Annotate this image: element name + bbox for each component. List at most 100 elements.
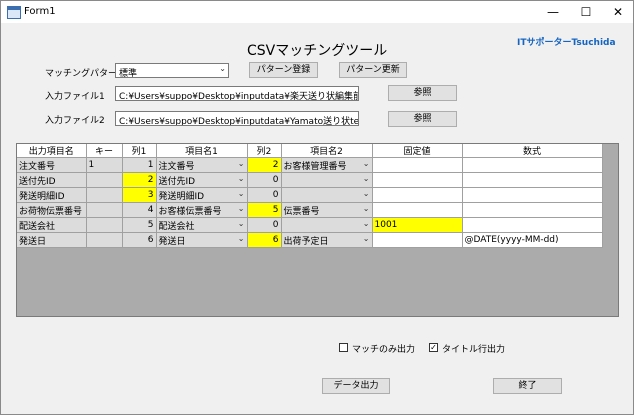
key-cell[interactable] xyxy=(86,202,123,218)
col1-cell[interactable]: 5 xyxy=(122,217,157,233)
table-row: お荷物伝票番号 4 お客様伝票番号 ⌄ 5 伝票番号 ⌄ xyxy=(17,202,603,218)
title-row-checkbox[interactable]: ✓ xyxy=(429,343,438,352)
formula-cell[interactable] xyxy=(462,187,603,203)
column-header[interactable]: 項目名1 xyxy=(156,144,248,158)
item2-cell[interactable]: ⌄ xyxy=(281,217,373,233)
formula-cell[interactable] xyxy=(462,217,603,233)
formula-cell[interactable] xyxy=(462,172,603,188)
pattern-select[interactable]: 標準 ⌄ xyxy=(115,63,229,79)
table-row: 発送明細ID 3 発送明細ID ⌄ 0 ⌄ xyxy=(17,187,603,203)
output-name-cell[interactable]: 送付先ID xyxy=(17,172,87,188)
chevron-down-icon[interactable]: ⌄ xyxy=(238,234,245,243)
col1-cell[interactable]: 2 xyxy=(122,172,157,188)
col2-cell[interactable]: 0 xyxy=(247,217,282,233)
table-row: 発送日 6 発送日 ⌄ 6 出荷予定日 ⌄ @DATE(yyyy-MM-dd) xyxy=(17,232,603,248)
title-row-label[interactable]: タイトル行出力 xyxy=(442,342,505,355)
pattern-select-value: 標準 xyxy=(119,69,138,79)
formula-cell[interactable] xyxy=(462,202,603,218)
chevron-down-icon[interactable]: ⌄ xyxy=(363,234,370,243)
key-cell[interactable] xyxy=(86,232,123,248)
formula-cell[interactable]: @DATE(yyyy-MM-dd) xyxy=(462,232,603,248)
column-header[interactable]: 固定値 xyxy=(372,144,463,158)
fixed-value-cell[interactable] xyxy=(372,157,463,173)
item1-cell[interactable]: 発送日 ⌄ xyxy=(156,232,248,248)
file1-path-field[interactable]: C:¥Users¥suppo¥Desktop¥inputdata¥楽天送り状編集… xyxy=(115,86,359,101)
item1-cell[interactable]: 配送会社 ⌄ xyxy=(156,217,248,233)
match-only-label[interactable]: マッチのみ出力 xyxy=(352,342,415,355)
maximize-button[interactable]: ☐ xyxy=(570,1,602,23)
fixed-value-cell[interactable] xyxy=(372,172,463,188)
col1-cell[interactable]: 1 xyxy=(122,157,157,173)
output-name-cell[interactable]: 発送明細ID xyxy=(17,187,87,203)
column-header[interactable]: 出力項目名 xyxy=(17,144,87,158)
fixed-value-cell[interactable] xyxy=(372,187,463,203)
file2-label: 入力ファイル2 xyxy=(45,116,105,126)
chevron-down-icon[interactable]: ⌄ xyxy=(363,159,370,168)
output-name-cell[interactable]: お荷物伝票番号 xyxy=(17,202,87,218)
file2-browse-button[interactable]: 参照 xyxy=(388,111,457,127)
item1-value: 配送会社 xyxy=(158,221,195,232)
update-pattern-button[interactable]: パターン更新 xyxy=(339,62,407,78)
file2-path-field[interactable]: C:¥Users¥suppo¥Desktop¥inputdata¥Yamato送… xyxy=(115,111,359,126)
table-row: 配送会社 5 配送会社 ⌄ 0 ⌄ 1001 xyxy=(17,217,603,233)
chevron-down-icon[interactable]: ⌄ xyxy=(238,204,245,213)
match-only-checkbox[interactable] xyxy=(339,343,348,352)
chevron-down-icon[interactable]: ⌄ xyxy=(238,159,245,168)
chevron-down-icon[interactable]: ⌄ xyxy=(363,189,370,198)
key-cell[interactable]: 1 xyxy=(86,157,123,173)
mapping-grid[interactable]: 出力項目名 キー 列1 項目名1 列2 項目名2 固定値 数式 注文番号 1 1 xyxy=(16,143,619,317)
chevron-down-icon[interactable]: ⌄ xyxy=(363,219,370,228)
item1-cell[interactable]: 発送明細ID ⌄ xyxy=(156,187,248,203)
item2-cell[interactable]: お客様管理番号 ⌄ xyxy=(281,157,373,173)
item1-cell[interactable]: お客様伝票番号 ⌄ xyxy=(156,202,248,218)
minimize-button[interactable]: — xyxy=(537,1,569,23)
col1-cell[interactable]: 4 xyxy=(122,202,157,218)
close-button[interactable]: ✕ xyxy=(602,1,634,23)
key-cell[interactable] xyxy=(86,217,123,233)
item1-value: 送付先ID xyxy=(158,176,196,187)
exit-button[interactable]: 終了 xyxy=(493,378,562,394)
register-pattern-button[interactable]: パターン登録 xyxy=(249,62,318,78)
item1-cell[interactable]: 注文番号 ⌄ xyxy=(156,157,248,173)
col1-cell[interactable]: 6 xyxy=(122,232,157,248)
output-name-cell[interactable]: 注文番号 xyxy=(17,157,87,173)
chevron-down-icon[interactable]: ⌄ xyxy=(363,174,370,183)
column-header[interactable]: 数式 xyxy=(462,144,603,158)
column-header[interactable]: キー xyxy=(86,144,123,158)
item1-value: 発送明細ID xyxy=(158,191,205,202)
column-header[interactable]: 列1 xyxy=(122,144,157,158)
file2-path-value: C:¥Users¥suppo¥Desktop¥inputdata¥Yamato送… xyxy=(119,117,359,126)
column-header[interactable]: 項目名2 xyxy=(281,144,373,158)
fixed-value-cell[interactable] xyxy=(372,202,463,218)
output-name-cell[interactable]: 発送日 xyxy=(17,232,87,248)
item2-cell[interactable]: ⌄ xyxy=(281,187,373,203)
formula-cell[interactable] xyxy=(462,157,603,173)
title-bar: Form1 — ☐ ✕ xyxy=(1,1,633,23)
item2-cell[interactable]: ⌄ xyxy=(281,172,373,188)
col2-cell[interactable]: 5 xyxy=(247,202,282,218)
fixed-value-cell[interactable] xyxy=(372,232,463,248)
output-name-cell[interactable]: 配送会社 xyxy=(17,217,87,233)
fixed-value-cell[interactable]: 1001 xyxy=(372,217,463,233)
chevron-down-icon[interactable]: ⌄ xyxy=(238,219,245,228)
title-row-check-mark: ✓ xyxy=(430,343,437,352)
col2-cell[interactable]: 0 xyxy=(247,187,282,203)
file1-browse-button[interactable]: 参照 xyxy=(388,85,457,101)
item1-cell[interactable]: 送付先ID ⌄ xyxy=(156,172,248,188)
col1-cell[interactable]: 3 xyxy=(122,187,157,203)
item1-value: 注文番号 xyxy=(158,161,195,172)
item2-cell[interactable]: 伝票番号 ⌄ xyxy=(281,202,373,218)
item2-cell[interactable]: 出荷予定日 ⌄ xyxy=(281,232,373,248)
col2-cell[interactable]: 6 xyxy=(247,232,282,248)
column-header[interactable]: 列2 xyxy=(247,144,282,158)
key-cell[interactable] xyxy=(86,172,123,188)
export-data-button[interactable]: データ出力 xyxy=(322,378,390,394)
key-cell[interactable] xyxy=(86,187,123,203)
item2-value: お客様管理番号 xyxy=(283,161,347,172)
col2-cell[interactable]: 2 xyxy=(247,157,282,173)
item2-value: 出荷予定日 xyxy=(283,236,329,247)
chevron-down-icon[interactable]: ⌄ xyxy=(363,204,370,213)
col2-cell[interactable]: 0 xyxy=(247,172,282,188)
chevron-down-icon[interactable]: ⌄ xyxy=(238,174,245,183)
chevron-down-icon[interactable]: ⌄ xyxy=(238,189,245,198)
